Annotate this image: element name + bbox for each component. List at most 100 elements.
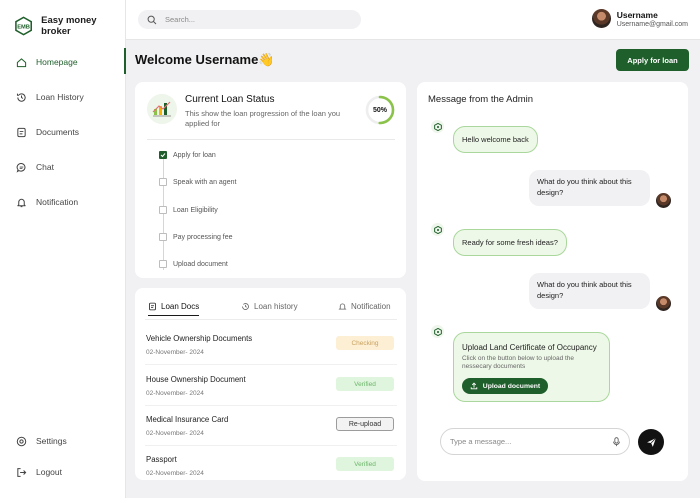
document-date: 02-November- 2024	[146, 349, 204, 356]
sidebar-item-label: Homepage	[36, 57, 78, 67]
step-label: Speak with an agent	[173, 178, 237, 186]
history-icon	[16, 92, 27, 103]
top-bar: Username Username@gmail.com	[126, 0, 700, 40]
user-avatar	[656, 193, 671, 208]
document-date: 02-November- 2024	[146, 430, 204, 437]
admin-avatar-icon	[431, 120, 444, 133]
home-icon	[16, 57, 27, 68]
user-profile[interactable]: Username Username@gmail.com	[591, 9, 688, 28]
sidebar-item-chat[interactable]: Chat	[0, 154, 126, 180]
upload-button-label: Upload document	[482, 382, 541, 390]
step-checkbox[interactable]	[159, 206, 167, 214]
divider	[147, 139, 395, 140]
loan-status-card: Current Loan Status This show the loan p…	[135, 82, 406, 278]
step-checkbox[interactable]	[159, 178, 167, 186]
step-pay-processing-fee: Pay processing fee	[159, 233, 233, 241]
step-checkbox[interactable]	[159, 151, 167, 159]
sidebar-item-label: Notification	[36, 197, 79, 207]
upload-request-card: Upload Land Certificate of Occupancy Cli…	[453, 332, 610, 402]
table-row[interactable]: House Ownership Document 02-November- 20…	[145, 372, 397, 406]
divider	[145, 319, 397, 320]
admin-messages-card: Message from the Admin Hello welcome bac…	[417, 82, 688, 481]
sidebar-item-documents[interactable]: Documents	[0, 119, 126, 145]
status-badge: Verified	[336, 457, 394, 471]
document-date: 02-November- 2024	[146, 390, 204, 397]
status-badge: Verified	[336, 377, 394, 391]
tab-loan-docs[interactable]: Loan Docs	[148, 302, 200, 316]
upload-description: Click on the button below to upload the …	[462, 355, 575, 371]
message-input[interactable]	[450, 437, 600, 446]
progress-percent: 50%	[372, 106, 387, 114]
user-avatar	[656, 296, 671, 311]
admin-message-bubble: Ready for some fresh ideas?	[453, 229, 567, 256]
sidebar-item-label: Documents	[36, 127, 79, 137]
user-message-bubble: What do you think about this design?	[529, 273, 650, 309]
tab-notification[interactable]: Notification	[338, 302, 391, 315]
active-page-indicator	[124, 48, 126, 74]
upload-document-button[interactable]: Upload document	[462, 378, 548, 394]
step-apply-for-loan: Apply for loan	[159, 151, 216, 159]
svg-text:EMB: EMB	[17, 24, 30, 30]
step-label: Apply for loan	[173, 151, 216, 159]
sidebar-item-logout[interactable]: Logout	[0, 459, 126, 485]
admin-avatar-icon	[431, 325, 444, 338]
tab-loan-history[interactable]: Loan history	[241, 302, 298, 315]
document-date: 02-November- 2024	[146, 470, 204, 477]
document-icon	[16, 127, 27, 138]
table-row[interactable]: Passport 02-November- 2024 Verified	[145, 452, 397, 480]
tab-label: Notification	[351, 302, 391, 311]
step-loan-eligibility: Loan Eligibility	[159, 206, 218, 214]
bell-icon	[16, 197, 27, 208]
send-button[interactable]	[638, 429, 664, 455]
user-message-bubble: What do you think about this design?	[529, 170, 650, 206]
loan-status-description: This show the loan progression of the lo…	[185, 109, 341, 129]
step-speak-with-agent: Speak with an agent	[159, 178, 236, 186]
sidebar: EMB Easy money broker Homepage Loan Hist…	[0, 0, 126, 498]
documents-card: Loan Docs Loan history Notification Vehi…	[135, 288, 406, 480]
step-label: Pay processing fee	[173, 233, 233, 241]
sidebar-item-label: Loan History	[36, 92, 84, 102]
step-checkbox[interactable]	[159, 233, 167, 241]
document-icon	[149, 302, 156, 311]
step-label: Upload document	[173, 260, 228, 268]
step-checkbox[interactable]	[159, 260, 167, 268]
sidebar-item-settings[interactable]: Settings	[0, 428, 126, 454]
sidebar-item-label: Chat	[36, 162, 54, 172]
brand[interactable]: EMB Easy money broker	[14, 15, 125, 37]
message-input-box[interactable]	[440, 428, 630, 455]
document-name: Passport	[146, 455, 177, 464]
history-icon	[242, 303, 249, 310]
search-input[interactable]	[165, 15, 345, 24]
avatar[interactable]	[591, 9, 611, 28]
steps-connector	[163, 158, 164, 270]
chat-icon	[16, 162, 27, 173]
page-title: Welcome Username👋	[135, 52, 275, 67]
tab-label: Loan Docs	[161, 302, 200, 311]
sidebar-item-homepage[interactable]: Homepage	[0, 49, 126, 75]
send-icon	[646, 437, 656, 447]
admin-message-bubble: Hello welcome back	[453, 126, 538, 153]
tab-label: Loan history	[254, 302, 298, 311]
user-email: Username@gmail.com	[616, 20, 688, 28]
sidebar-item-loan-history[interactable]: Loan History	[0, 84, 126, 110]
apply-for-loan-button[interactable]: Apply for loan	[616, 49, 689, 71]
settings-label: Settings	[36, 436, 67, 446]
bell-icon	[338, 303, 347, 310]
logout-icon	[16, 467, 27, 478]
gear-icon	[16, 436, 27, 447]
brand-logo-icon: EMB	[15, 16, 32, 36]
brand-name: Easy money broker	[41, 15, 97, 37]
document-name: Vehicle Ownership Documents	[146, 334, 253, 343]
microphone-icon[interactable]	[612, 437, 621, 447]
upload-title: Upload Land Certificate of Occupancy	[462, 343, 597, 352]
sidebar-item-notification[interactable]: Notification	[0, 189, 126, 215]
document-name: House Ownership Document	[146, 375, 246, 384]
step-label: Loan Eligibility	[173, 206, 218, 214]
table-row[interactable]: Vehicle Ownership Documents 02-November-…	[145, 331, 397, 365]
search-box[interactable]	[138, 10, 361, 29]
re-upload-button[interactable]: Re-upload	[336, 417, 394, 431]
search-icon	[147, 15, 157, 24]
admin-avatar-icon	[431, 223, 444, 236]
document-name: Medical Insurance Card	[146, 415, 229, 424]
table-row[interactable]: Medical Insurance Card 02-November- 2024…	[145, 412, 397, 446]
